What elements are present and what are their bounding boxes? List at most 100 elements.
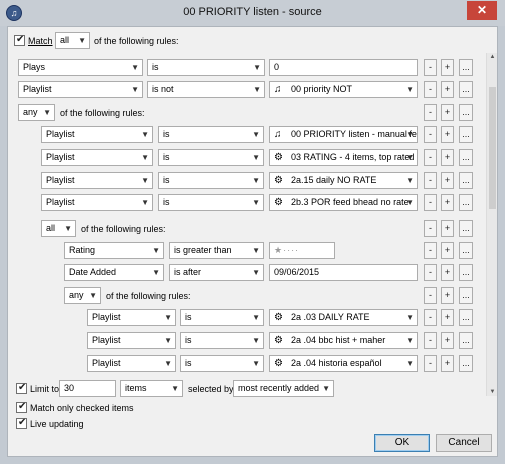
rule-value-select[interactable]: ⚙ 2a.15 daily NO RATE ▼ [269, 172, 418, 189]
add-nested-rule-button[interactable]: ... [459, 264, 473, 281]
add-rule-button[interactable]: + [441, 172, 454, 189]
rule-op-select[interactable]: is ▼ [180, 309, 264, 326]
close-button[interactable]: ✕ [467, 1, 497, 20]
rule-op-select[interactable]: is greater than ▼ [169, 242, 264, 259]
match-checked-checkbox[interactable] [16, 401, 27, 413]
rule-op-select[interactable]: is not ▼ [147, 81, 265, 98]
rule-field-select[interactable]: Plays ▼ [18, 59, 143, 76]
rules-scrollbar[interactable]: ▲ ▼ [486, 53, 497, 396]
match-mode-select[interactable]: all ▼ [55, 32, 90, 49]
add-nested-rule-button[interactable]: ... [459, 287, 473, 304]
rating-stars-input[interactable]: ★···· [269, 242, 335, 259]
rule-value-select[interactable]: ⚙ 2b.3 POR feed bhead no rate ▼ [269, 194, 418, 211]
remove-rule-button[interactable]: - [424, 309, 437, 326]
rule-value-select[interactable]: ⚙ 2a .04 historia español ▼ [269, 355, 418, 372]
rule-field-select[interactable]: Playlist ▼ [18, 81, 143, 98]
rule-field-select[interactable]: Date Added ▼ [64, 264, 164, 281]
remove-rule-button[interactable]: - [424, 104, 437, 121]
remove-rule-button[interactable]: - [424, 332, 437, 349]
scroll-down-icon[interactable]: ▼ [487, 389, 498, 395]
add-rule-button[interactable]: + [441, 332, 454, 349]
chevron-down-icon: ▼ [252, 336, 260, 345]
rule-field-select[interactable]: Playlist ▼ [41, 172, 153, 189]
scrollbar-thumb[interactable] [489, 87, 496, 209]
rule-field-select[interactable]: Rating ▼ [64, 242, 164, 259]
remove-rule-button[interactable]: - [424, 287, 437, 304]
rule-op-select[interactable]: is ▼ [158, 172, 264, 189]
rule-value-select[interactable]: ⚙ 2a .03 DAILY RATE ▼ [269, 309, 418, 326]
add-rule-button[interactable]: + [441, 287, 454, 304]
rule-op-select[interactable]: is ▼ [180, 332, 264, 349]
remove-rule-button[interactable]: - [424, 59, 437, 76]
selected-by-select[interactable]: most recently added ▼ [233, 380, 334, 397]
add-rule-button[interactable]: + [441, 355, 454, 372]
add-nested-rule-button[interactable]: ... [459, 194, 473, 211]
add-nested-rule-button[interactable]: ... [459, 355, 473, 372]
selected-by-value: most recently added [238, 383, 320, 393]
chevron-down-icon: ▼ [141, 176, 149, 185]
scroll-up-icon[interactable]: ▲ [487, 54, 498, 60]
add-rule-button[interactable]: + [441, 309, 454, 326]
rule-value-select[interactable]: ⚙ 03 RATING - 4 items, top rated ▼ [269, 149, 418, 166]
rule-value-select[interactable]: ♫ 00 PRIORITY listen - manual fe ▼ [269, 126, 418, 143]
chevron-down-icon: ▼ [252, 246, 260, 255]
rule-field-select[interactable]: Playlist ▼ [41, 194, 153, 211]
add-rule-button[interactable]: + [441, 126, 454, 143]
rule-value-select[interactable]: ⚙ 2a .04 bbc hist + maher ▼ [269, 332, 418, 349]
rule-field-select[interactable]: Playlist ▼ [41, 149, 153, 166]
add-rule-button[interactable]: + [441, 81, 454, 98]
limit-unit-select[interactable]: items ▼ [120, 380, 183, 397]
remove-rule-button[interactable]: - [424, 126, 437, 143]
rule-op-select[interactable]: is ▼ [158, 149, 264, 166]
rule-field-select[interactable]: Playlist ▼ [87, 355, 176, 372]
rule-op-select[interactable]: is ▼ [180, 355, 264, 372]
cancel-button[interactable]: Cancel [436, 434, 492, 452]
rule-field-select[interactable]: Playlist ▼ [87, 309, 176, 326]
add-nested-rule-button[interactable]: ... [459, 220, 473, 237]
rule-field-select[interactable]: Playlist ▼ [87, 332, 176, 349]
add-nested-rule-button[interactable]: ... [459, 126, 473, 143]
add-nested-rule-button[interactable]: ... [459, 104, 473, 121]
limit-count-input[interactable]: 30 [59, 380, 116, 397]
add-nested-rule-button[interactable]: ... [459, 242, 473, 259]
add-nested-rule-button[interactable]: ... [459, 172, 473, 189]
remove-rule-button[interactable]: - [424, 355, 437, 372]
add-nested-rule-button[interactable]: ... [459, 149, 473, 166]
title-bar: ♫ 00 PRIORITY listen - source ✕ [0, 0, 505, 26]
group-mode-select[interactable]: any ▼ [18, 104, 55, 121]
remove-rule-button[interactable]: - [424, 242, 437, 259]
add-rule-button[interactable]: + [441, 194, 454, 211]
add-nested-rule-button[interactable]: ... [459, 309, 473, 326]
rule-op-select[interactable]: is ▼ [158, 194, 264, 211]
live-updating-checkbox[interactable] [16, 417, 27, 429]
ok-button[interactable]: OK [374, 434, 430, 452]
limit-checkbox[interactable] [16, 382, 27, 394]
rule-value-select[interactable]: ♫ 00 priority NOT ▼ [269, 81, 418, 98]
remove-rule-button[interactable]: - [424, 172, 437, 189]
remove-rule-button[interactable]: - [424, 149, 437, 166]
remove-rule-button[interactable]: - [424, 220, 437, 237]
rule-op-select[interactable]: is after ▼ [169, 264, 264, 281]
group-mode-select[interactable]: any ▼ [64, 287, 101, 304]
date-value-input[interactable]: 09/06/2015 [269, 264, 418, 281]
rule-op-select[interactable]: is ▼ [158, 126, 264, 143]
rule-field-select[interactable]: Playlist ▼ [41, 126, 153, 143]
remove-rule-button[interactable]: - [424, 264, 437, 281]
add-rule-button[interactable]: + [441, 149, 454, 166]
add-rule-button[interactable]: + [441, 59, 454, 76]
add-nested-rule-button[interactable]: ... [459, 59, 473, 76]
match-checkbox[interactable] [14, 34, 25, 46]
add-rule-button[interactable]: + [441, 104, 454, 121]
star-rating-icon[interactable]: ★···· [274, 245, 299, 255]
remove-rule-button[interactable]: - [424, 194, 437, 211]
add-nested-rule-button[interactable]: ... [459, 81, 473, 98]
add-rule-button[interactable]: + [441, 242, 454, 259]
remove-rule-button[interactable]: - [424, 81, 437, 98]
add-nested-rule-button[interactable]: ... [459, 332, 473, 349]
rule-op-select[interactable]: is ▼ [147, 59, 265, 76]
add-rule-button[interactable]: + [441, 220, 454, 237]
add-rule-button[interactable]: + [441, 264, 454, 281]
rule-value-input[interactable]: 0 [269, 59, 418, 76]
group-mode-select[interactable]: all ▼ [41, 220, 76, 237]
chevron-down-icon: ▼ [253, 63, 261, 72]
